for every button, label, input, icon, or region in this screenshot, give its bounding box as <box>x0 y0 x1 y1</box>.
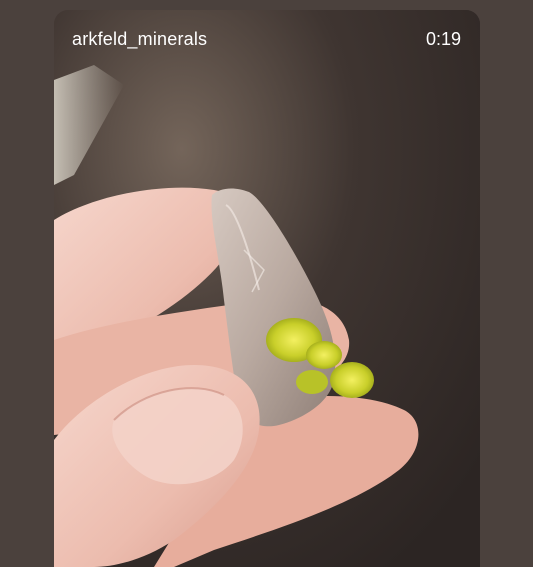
video-header: arkfeld_minerals 0:19 <box>54 10 480 70</box>
video-player[interactable]: arkfeld_minerals 0:19 <box>54 10 480 567</box>
username-label[interactable]: arkfeld_minerals <box>72 29 207 50</box>
page-background: arkfeld_minerals 0:19 <box>0 0 533 567</box>
video-timestamp: 0:19 <box>425 29 461 49</box>
video-frame-image <box>54 10 480 567</box>
